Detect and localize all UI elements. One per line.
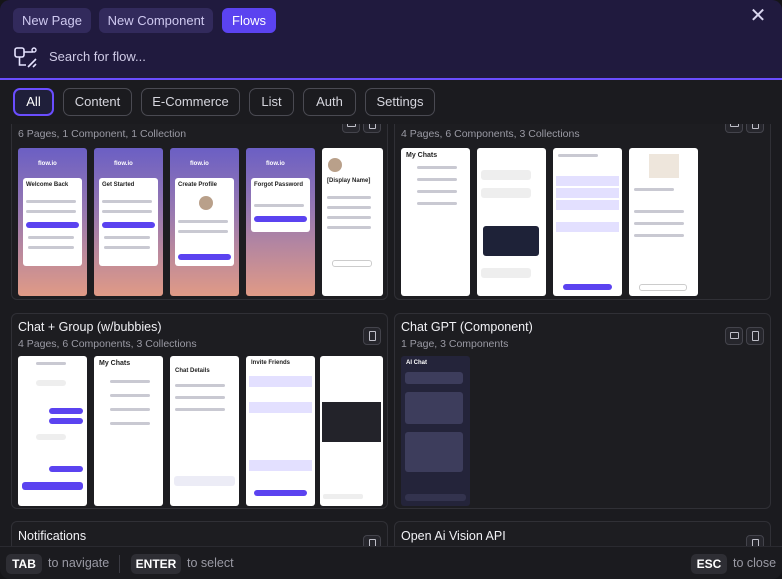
esc-key: ESC [691,554,727,574]
tab-new-page[interactable]: New Page [13,8,91,33]
thumbnail-chat-image [320,356,383,506]
tab-hint: to navigate [48,556,110,570]
brand-label: flow.io [38,161,57,167]
brand-label: flow.io [114,161,133,167]
filter-e-commerce[interactable]: E-Commerce [141,88,240,116]
tab-key: TAB [6,554,42,574]
search-input[interactable] [49,49,649,64]
enter-hint: to select [187,556,234,570]
thumbnail-welcome-back: flow.io Welcome Back [18,148,87,296]
keyboard-hints: TAB to navigate ENTER to select ESC to c… [0,546,782,579]
card-title: Chat + Group (w/bubbies) [18,320,162,334]
thumb-title: Forgot Password [254,182,304,188]
filter-content[interactable]: Content [63,88,132,116]
thumb-title: Create Profile [178,182,218,188]
thumb-title: My Chats [406,152,438,159]
thumb-title: Get Started [102,182,135,188]
thumb-title: Invite Friends [251,360,291,366]
divider [119,555,120,573]
flow-card-notifications[interactable]: Notifications [11,521,388,546]
thumbnail-my-chats-2: My Chats [94,356,163,506]
thumbnail-my-chats: My Chats [401,148,470,296]
card-title: Chat GPT (Component) [401,320,533,334]
thumbnail-chat-details [629,148,698,296]
thumbnail-forgot-password: flow.io Forgot Password [246,148,315,296]
thumb-title: AI Chat [406,360,427,366]
brand-label: flow.io [190,161,209,167]
card-subtitle: 4 Pages, 6 Components, 3 Collections [18,338,197,350]
flow-card-chat-gpt[interactable]: Chat GPT (Component) 1 Page, 3 Component… [394,313,771,509]
thumb-title: Chat Details [175,368,210,374]
header: New Page New Component Flows ✕ [0,0,782,80]
thumbnail-ai-chat: AI Chat [401,356,470,506]
mobile-device-icon[interactable] [746,327,764,345]
desktop-device-icon[interactable] [725,124,743,133]
thumbnail-chat-details-2: Chat Details [170,356,239,506]
thumb-title: Welcome Back [26,182,69,188]
thumbnail-group-bubbles [18,356,87,506]
thumbnail-get-started: flow.io Get Started [94,148,163,296]
flow-card-open-ai-vision[interactable]: Open Ai Vision API [394,521,771,546]
flow-logo-icon [14,47,37,68]
flow-grid: 6 Pages, 1 Component, 1 Collection flow.… [0,124,782,546]
flow-picker-modal: New Page New Component Flows ✕ All Conte… [0,0,782,579]
thumbnail-create-profile: flow.io Create Profile [170,148,239,296]
tab-new-component[interactable]: New Component [99,8,213,33]
mobile-device-icon[interactable] [746,535,764,546]
tab-flows[interactable]: Flows [222,8,276,33]
brand-label: flow.io [266,161,285,167]
flow-card-auth[interactable]: 6 Pages, 1 Component, 1 Collection flow.… [11,124,388,300]
filter-auth[interactable]: Auth [303,88,356,116]
desktop-device-icon[interactable] [725,327,743,345]
thumbnail-invite-friends-2: Invite Friends [246,356,315,506]
filter-settings[interactable]: Settings [365,88,435,116]
filter-bar: All Content E-Commerce List Auth Setting… [0,80,782,124]
thumb-title: My Chats [99,360,131,367]
mobile-device-icon[interactable] [363,535,381,546]
card-title: Notifications [18,529,87,543]
card-title: Open Ai Vision API [401,529,506,543]
flow-card-chats[interactable]: 4 Pages, 6 Components, 3 Collections My … [394,124,771,300]
mobile-device-icon[interactable] [363,327,381,345]
filter-list[interactable]: List [249,88,294,116]
esc-hint: to close [733,556,777,570]
thumbnail-group-chat [477,148,546,296]
enter-key: ENTER [131,554,181,574]
desktop-device-icon[interactable] [342,124,360,133]
filter-all[interactable]: All [13,88,54,116]
close-icon[interactable]: ✕ [748,6,768,26]
card-subtitle: 1 Page, 3 Components [401,338,509,350]
card-subtitle: 4 Pages, 6 Components, 3 Collections [401,128,580,140]
card-subtitle: 6 Pages, 1 Component, 1 Collection [18,128,187,140]
mobile-device-icon[interactable] [363,124,381,133]
thumbnail-invite-friends [553,148,622,296]
thumb-title: [Display Name] [327,178,371,184]
mobile-device-icon[interactable] [746,124,764,133]
flow-card-chat-group[interactable]: Chat + Group (w/bubbies) 4 Pages, 6 Comp… [11,313,388,509]
thumbnail-profile: [Display Name] [322,148,383,296]
